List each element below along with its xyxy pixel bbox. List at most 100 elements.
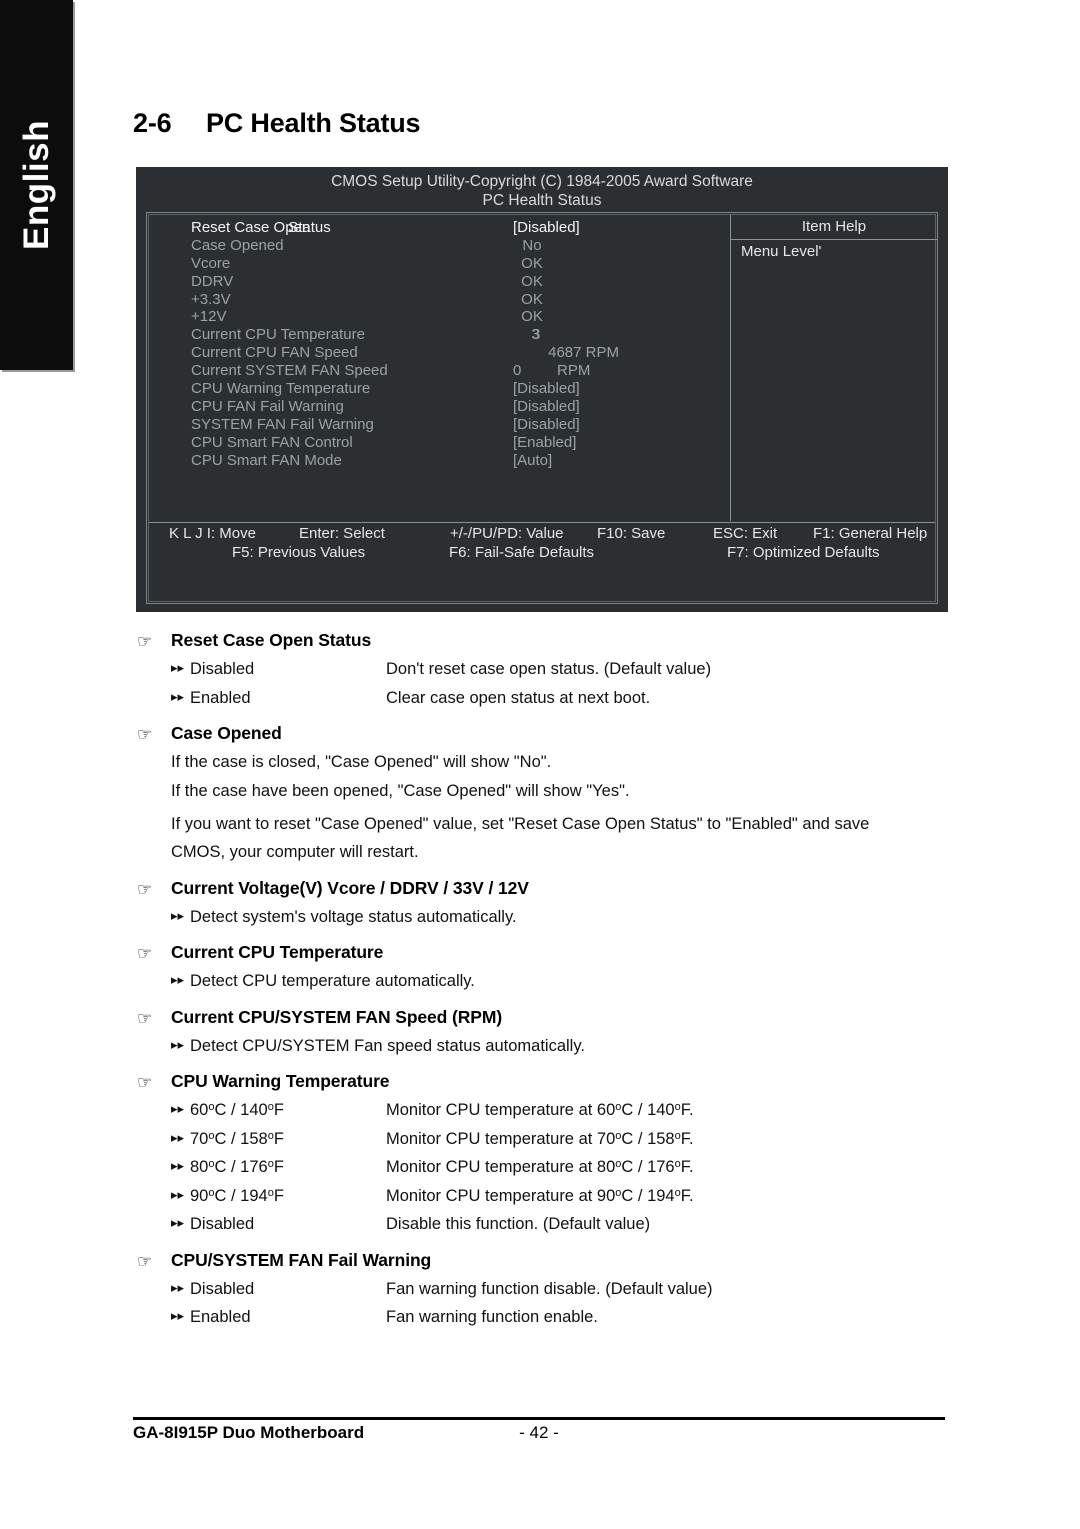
bios-setting-label: CPU Warning Temperature [191, 380, 371, 398]
section-heading-label: Current CPU/SYSTEM FAN Speed (RPM) [171, 1006, 503, 1027]
bios-setting-value: [Auto] [513, 451, 553, 469]
section-title: PC Health Status [206, 108, 421, 138]
bios-key-legend: K L J I: Move Enter: Select +/-/PU/PD: Val… [147, 525, 937, 563]
option-label: Disabled [190, 1279, 255, 1298]
bios-key-legend-row-2: F5: Previous Values F6: Fail-Safe Default… [147, 544, 937, 563]
paragraph-line: If you want to reset "Case Opened" value… [171, 814, 870, 833]
option-label: Enabled [190, 1308, 251, 1326]
bios-setting-row[interactable]: CPU Smart FAN Mode [Auto] [147, 452, 730, 470]
bios-setting-label: DDRV [191, 272, 234, 290]
double-arrow-icon: ▸▸ [171, 1186, 185, 1202]
bios-setting-label: Current CPU Temperature [191, 326, 365, 344]
option-description: Clear case open status at next boot. [386, 688, 651, 707]
bios-setting-label: Vcore [191, 254, 231, 272]
section-heading-label: Reset Case Open Status [171, 630, 372, 650]
section-heading-label: CPU/SYSTEM FAN Fail Warning [171, 1249, 432, 1270]
bios-key-hint: F6: Fail-Safe Defaults [449, 544, 595, 561]
bios-setting-label: SYSTEM FAN Fail Warning [191, 415, 374, 433]
section-number: 2-6 [133, 108, 172, 138]
bios-setting-row[interactable]: +12V OK [147, 308, 730, 326]
bios-setting-row[interactable]: Reset Case OpenStatus [Disabled] [147, 219, 730, 237]
paragraph-line: If the case have been opened, "Case Open… [171, 781, 630, 800]
bios-setting-row[interactable]: SYSTEM FAN Fail Warning [Disabled] [147, 416, 730, 434]
bios-setting-row[interactable]: Current CPU FAN Speed 4687 RPM [147, 344, 730, 362]
hand-pointer-icon: ☞ [137, 879, 153, 899]
footer-page-number: - 42 - [519, 1423, 559, 1442]
bios-key-hint: K L J I: Move [169, 525, 256, 542]
option-description: Fan warning function enable. [386, 1308, 598, 1326]
page-title: 2-6 PC Health Status [133, 108, 421, 139]
bios-setting-value: OK [521, 254, 543, 272]
bios-inner-frame: Reset Case OpenStatus [Disabled] Case Open… [146, 212, 938, 604]
bios-setting-value: OK [521, 272, 543, 290]
double-arrow-icon: ▸▸ [171, 1308, 185, 1323]
bios-setting-row[interactable]: Current SYSTEM FAN Speed 0 RPM [147, 362, 730, 380]
double-arrow-icon: ▸▸ [171, 1279, 185, 1295]
option-description: Detect system's voltage status automatic… [190, 907, 517, 926]
bios-title-block: CMOS Setup Utility-Copyright (C) 1984-20… [136, 172, 948, 210]
option-description: Monitor CPU temperature at 90oC / 194oF. [386, 1186, 694, 1205]
double-arrow-icon: ▸▸ [171, 1215, 185, 1230]
double-arrow-icon: ▸▸ [171, 1101, 185, 1116]
option-description: Monitor CPU temperature at 60oC / 140oF. [386, 1101, 694, 1119]
double-arrow-icon: ▸▸ [171, 660, 185, 675]
bios-key-hint: Enter: Select [299, 525, 385, 542]
bios-setting-row[interactable]: CPU Smart FAN Control [Enabled] [147, 434, 730, 452]
bios-setting-value: [Disabled] [513, 380, 580, 398]
item-help-title: Item Help [801, 218, 867, 235]
hand-pointer-icon: ☞ [137, 1008, 153, 1028]
language-tab-label: English [16, 120, 56, 250]
bios-setting-value: No [522, 236, 542, 254]
language-tab-english: English [0, 0, 73, 370]
double-arrow-icon: ▸▸ [171, 688, 185, 704]
bios-key-hint: F1: General Help [813, 525, 928, 542]
double-arrow-icon: ▸▸ [171, 1158, 185, 1173]
option-description: Fan warning function disable. (Default v… [386, 1279, 713, 1298]
option-description: Detect CPU temperature automatically. [190, 972, 475, 990]
bios-settings-list: Reset Case OpenStatus [Disabled] Case Open… [147, 219, 730, 469]
option-label: 60oC / 140oF [190, 1101, 284, 1119]
section-heading-label: Current CPU Temperature [171, 942, 384, 962]
bios-key-hint: F5: Previous Values [232, 544, 366, 561]
bios-setting-label: CPU Smart FAN Control [191, 433, 353, 451]
bios-key-legend-row-1: K L J I: Move Enter: Select +/-/PU/PD: Val… [147, 525, 937, 544]
bios-setting-label: +3.3V [191, 290, 231, 308]
bios-setting-label: CPU FAN Fail Warning [191, 397, 344, 415]
option-label: Disabled [190, 1215, 255, 1233]
double-arrow-icon: ▸▸ [171, 1036, 185, 1052]
bios-setting-value: 33 [477, 326, 587, 343]
item-help-divider [731, 239, 937, 240]
option-label: Enabled [190, 688, 251, 707]
option-description: Don't reset case open status. (Default v… [386, 660, 712, 678]
hand-pointer-icon: ☞ [137, 1073, 153, 1092]
bios-item-help-panel: Item Help Menu Level' [731, 213, 937, 521]
bios-key-hint: F10: Save [597, 525, 666, 542]
bios-setting-row[interactable]: Case Opened No [147, 237, 730, 255]
bios-setting-label: Case Opened [191, 236, 284, 254]
bios-setting-row[interactable]: Current CPU Temperature 33 [147, 326, 730, 344]
bios-setting-row[interactable]: +3.3V OK [147, 291, 730, 309]
bios-setting-label: Current CPU FAN Speed [191, 344, 358, 362]
bios-setup-screenshot: CMOS Setup Utility-Copyright (C) 1984-20… [136, 167, 948, 612]
option-description: Monitor CPU temperature at 70oC / 158oF. [386, 1129, 694, 1148]
hand-pointer-icon: ☞ [137, 944, 153, 963]
bios-setting-row[interactable]: CPU Warning Temperature [Disabled] [147, 380, 730, 398]
bios-setting-row[interactable]: DDRV OK [147, 273, 730, 291]
bios-setting-value: 4687 RPM [548, 344, 619, 362]
bios-copyright-line: CMOS Setup Utility-Copyright (C) 1984-20… [331, 173, 753, 190]
section-heading-label: Case Opened [171, 723, 282, 743]
option-description: Detect CPU/SYSTEM Fan speed status autom… [190, 1036, 585, 1055]
hand-pointer-icon: ☞ [137, 632, 153, 651]
bios-setting-row[interactable]: Vcore OK [147, 255, 730, 273]
paragraph-line: CMOS, your computer will restart. [171, 843, 419, 861]
bios-key-hint: F7: Optimized Defaults [727, 544, 880, 561]
bios-footer-divider [149, 522, 935, 523]
bios-setting-unit: RPM [557, 362, 591, 380]
hand-pointer-icon: ☞ [137, 1251, 153, 1271]
bios-setting-row[interactable]: CPU FAN Fail Warning [Disabled] [147, 398, 730, 416]
bios-setting-value: OK [521, 290, 543, 308]
bios-setting-value: [Disabled] [513, 397, 580, 415]
double-arrow-icon: ▸▸ [171, 1129, 185, 1145]
bios-setting-value: [Disabled] [513, 219, 580, 236]
option-label: 90oC / 194oF [190, 1186, 284, 1205]
